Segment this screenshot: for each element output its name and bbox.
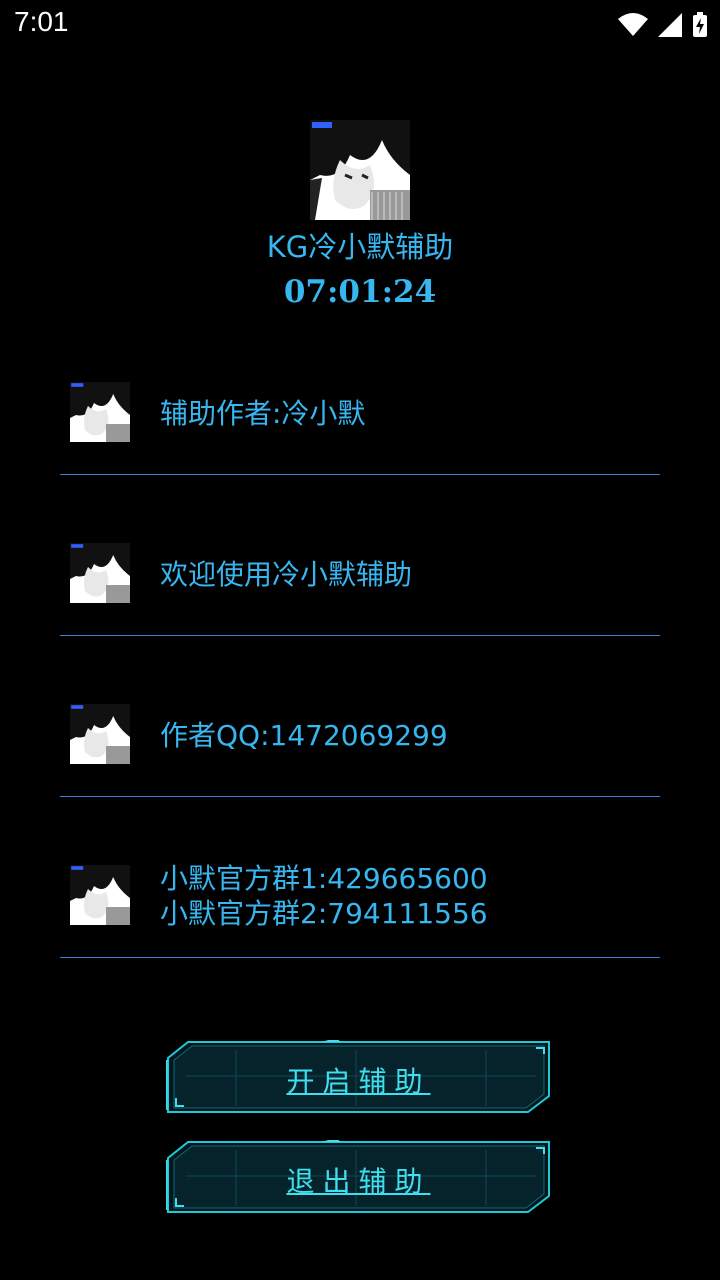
avatar (70, 865, 130, 925)
welcome-text: 欢迎使用冷小默辅助 (160, 558, 413, 591)
list-item-groups: 小默官方群1:429665600 小默官方群2:794111556 (60, 796, 660, 958)
app-avatar (310, 120, 410, 220)
status-icons (618, 12, 708, 38)
group-2-text: 小默官方群2:794111556 (160, 897, 488, 930)
author-text: 辅助作者:冷小默 (160, 397, 366, 430)
cellular-signal-icon (658, 13, 682, 37)
list-item-welcome: 欢迎使用冷小默辅助 (60, 474, 660, 636)
status-time: 7:01 (14, 6, 69, 37)
start-assist-button[interactable]: 开启辅助 (166, 1040, 551, 1114)
avatar (70, 704, 130, 764)
list-item-author: 辅助作者:冷小默 (60, 313, 660, 475)
battery-icon (693, 12, 707, 37)
list-item-qq: 作者QQ:1472069299 (60, 635, 660, 797)
qq-text: 作者QQ:1472069299 (160, 719, 448, 752)
start-assist-label: 开启辅助 (286, 1065, 431, 1098)
exit-assist-label: 退出辅助 (286, 1165, 431, 1198)
avatar (70, 543, 130, 603)
group-1-text: 小默官方群1:429665600 (160, 862, 488, 895)
status-bar: 7:01 (0, 0, 720, 50)
clock-display: 07:01:24 (283, 274, 437, 310)
wifi-icon (618, 13, 648, 36)
exit-assist-button[interactable]: 退出辅助 (166, 1140, 551, 1214)
app-title: KG冷小默辅助 (266, 230, 454, 264)
avatar (70, 382, 130, 442)
